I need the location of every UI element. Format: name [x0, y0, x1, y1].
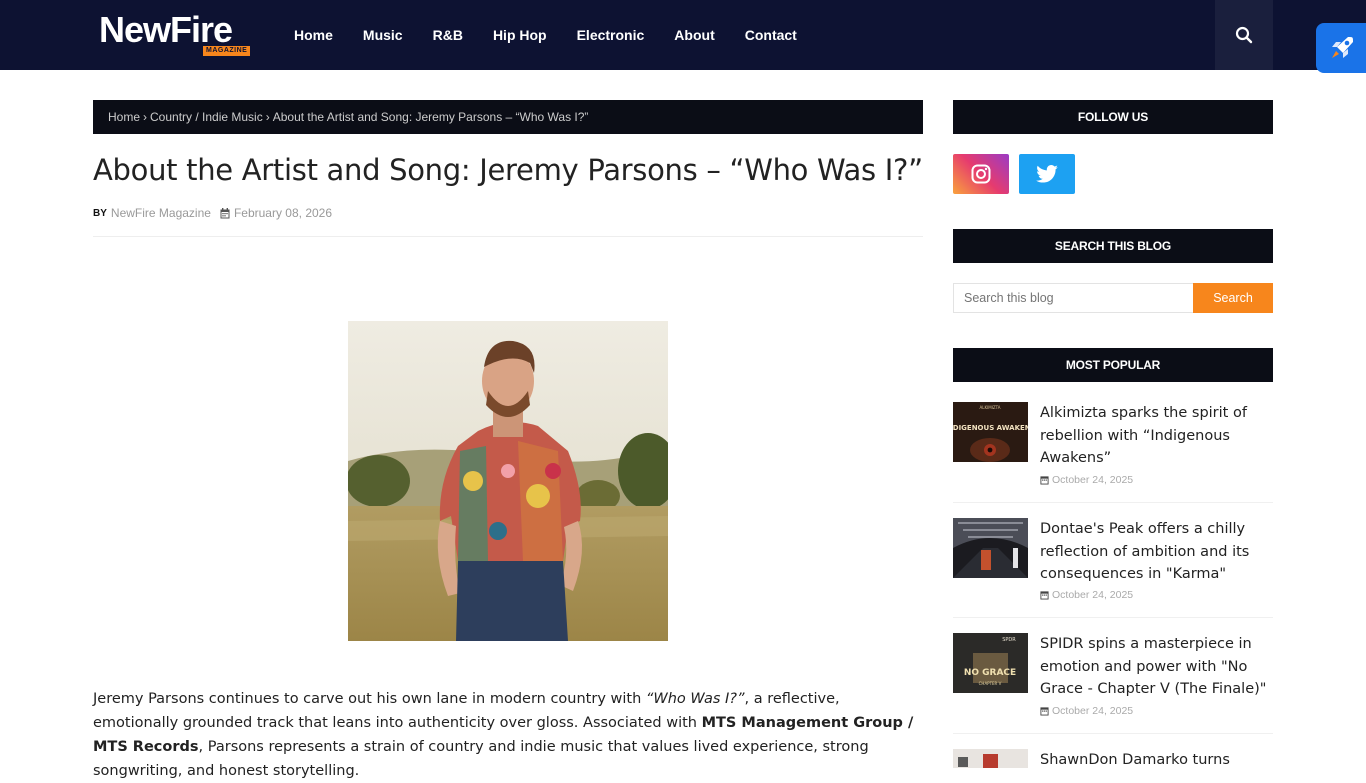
body-text-3: , Parsons represents a strain of country…	[93, 739, 869, 779]
calendar-icon	[220, 207, 230, 218]
rocket-icon	[1332, 37, 1353, 58]
breadcrumb-separator: ›	[143, 110, 148, 124]
twitter-icon	[1036, 165, 1058, 183]
search-blog-title: SEARCH THIS BLOG	[953, 229, 1273, 263]
popular-post-date: October 24, 2025	[1052, 705, 1134, 717]
meta-divider	[93, 236, 923, 237]
rocket-launcher-button[interactable]	[1316, 23, 1366, 73]
popular-post-title[interactable]: SPIDR spins a masterpiece in emotion and…	[1040, 633, 1276, 701]
thumb-sup-text: ALKIMIZTA	[979, 405, 1000, 410]
artist-photo-illustration	[348, 321, 668, 641]
logo-tagline: MAGAZINE	[203, 46, 251, 56]
popular-post-date-row: October 24, 2025	[1040, 589, 1133, 601]
popular-post-date: October 24, 2025	[1052, 474, 1134, 486]
post-meta: BY NewFire Magazine February 08, 2026	[93, 206, 332, 220]
nav-music[interactable]: Music	[348, 27, 418, 43]
calendar-icon	[1040, 476, 1049, 485]
popular-post-title[interactable]: ShawnDon Damarko turns survival	[1040, 749, 1273, 768]
song-title: “Who Was I?”	[645, 691, 745, 707]
top-navbar: NewFire MAGAZINE Home Music R&B Hip Hop …	[0, 0, 1366, 70]
popular-post-thumbnail[interactable]	[953, 518, 1028, 578]
popular-post-item[interactable]: ShawnDon Damarko turns survival	[953, 749, 1273, 768]
nav-hip-hop[interactable]: Hip Hop	[478, 27, 562, 43]
blog-search-button[interactable]: Search	[1193, 283, 1273, 313]
thumb-overlay-text: INDIGENOUS AWAKENS	[953, 424, 1028, 432]
post-title: About the Artist and Song: Jeremy Parson…	[93, 153, 923, 187]
follow-us-title: FOLLOW US	[953, 100, 1273, 134]
popular-post-date: October 24, 2025	[1052, 589, 1134, 601]
post-author[interactable]: NewFire Magazine	[111, 206, 211, 220]
popular-post-item[interactable]: SPDR NO GRACE CHAPTER V SPIDR spins a ma…	[953, 633, 1273, 733]
popular-post-item[interactable]: Dontae's Peak offers a chilly reflection…	[953, 518, 1273, 618]
nav-about[interactable]: About	[659, 27, 729, 43]
breadcrumb: Home › Country / Indie Music › About the…	[93, 100, 923, 134]
header-search-button[interactable]	[1215, 0, 1273, 70]
popular-divider	[953, 733, 1273, 734]
search-icon	[1235, 26, 1253, 44]
popular-post-title[interactable]: Dontae's Peak offers a chilly reflection…	[1040, 518, 1276, 586]
body-text-1: Jeremy Parsons continues to carve out hi…	[93, 691, 646, 707]
nav-contact[interactable]: Contact	[730, 27, 812, 43]
popular-post-thumbnail[interactable]: ALKIMIZTA INDIGENOUS AWAKENS	[953, 402, 1028, 462]
by-label: BY	[93, 207, 107, 219]
most-popular-title: MOST POPULAR	[953, 348, 1273, 382]
breadcrumb-separator: ›	[265, 110, 270, 124]
site-logo[interactable]: NewFire MAGAZINE	[99, 10, 251, 58]
post-date: February 08, 2026	[233, 206, 333, 220]
nav-electronic[interactable]: Electronic	[562, 27, 660, 43]
post-body: Jeremy Parsons continues to carve out hi…	[93, 687, 923, 783]
calendar-icon	[1040, 707, 1049, 716]
blog-search-input[interactable]	[953, 283, 1193, 313]
popular-post-title[interactable]: Alkimizta sparks the spirit of rebellion…	[1040, 402, 1276, 470]
popular-post-item[interactable]: ALKIMIZTA INDIGENOUS AWAKENS Alkimizta s…	[953, 402, 1273, 502]
thumb-sub-text: CHAPTER V	[979, 681, 1002, 686]
thumb-overlay-text: NO GRACE	[964, 668, 1016, 678]
popular-divider	[953, 502, 1273, 503]
popular-divider	[953, 617, 1273, 618]
calendar-icon	[1040, 591, 1049, 600]
breadcrumb-current: About the Artist and Song: Jeremy Parson…	[272, 110, 589, 124]
logo-text: NewFire	[99, 9, 233, 50]
nav-rnb[interactable]: R&B	[418, 27, 478, 43]
thumb-sup-text: SPDR	[1002, 637, 1016, 643]
artist-photo	[348, 321, 668, 641]
breadcrumb-home[interactable]: Home	[108, 110, 140, 124]
nav-home[interactable]: Home	[279, 27, 348, 43]
popular-post-thumbnail[interactable]	[953, 749, 1028, 768]
main-nav: Home Music R&B Hip Hop Electronic About …	[279, 0, 812, 70]
twitter-button[interactable]	[1019, 154, 1075, 194]
instagram-icon	[971, 164, 991, 184]
popular-post-date-row: October 24, 2025	[1040, 705, 1133, 717]
popular-post-thumbnail[interactable]: SPDR NO GRACE CHAPTER V	[953, 633, 1028, 693]
instagram-button[interactable]	[953, 154, 1009, 194]
breadcrumb-category[interactable]: Country / Indie Music	[150, 110, 263, 124]
popular-post-date-row: October 24, 2025	[1040, 474, 1133, 486]
